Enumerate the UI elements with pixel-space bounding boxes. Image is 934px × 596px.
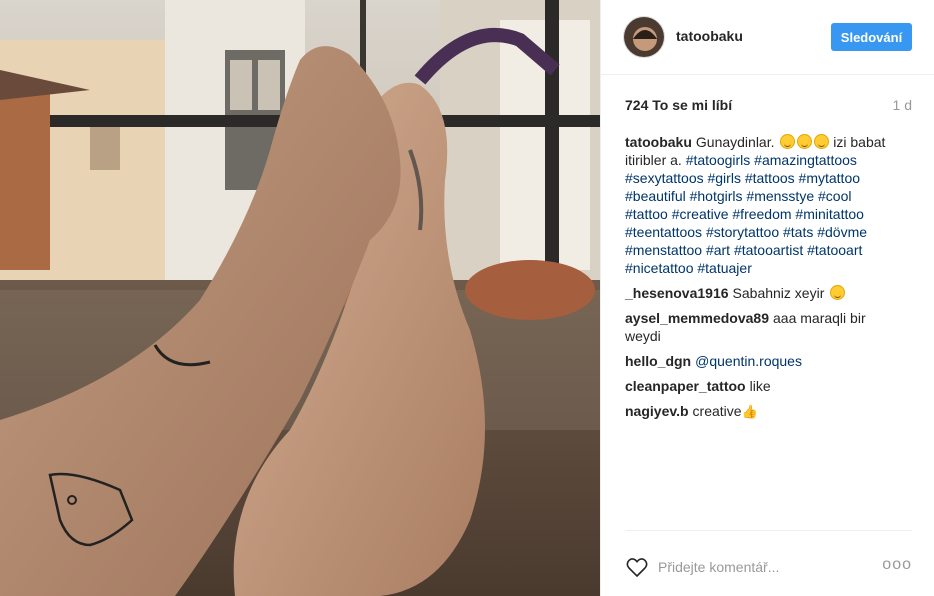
comment-username[interactable]: cleanpaper_tattoo: [625, 378, 746, 394]
post-time[interactable]: 1 d: [893, 97, 912, 113]
heart-icon[interactable]: [625, 555, 649, 579]
post-photo[interactable]: [0, 0, 600, 596]
likes-row: 724 To se mi líbí 1 d: [625, 97, 912, 117]
caption-username[interactable]: tatoobaku: [625, 134, 692, 150]
comment-username[interactable]: hello_dgn: [625, 353, 691, 369]
avatar[interactable]: [623, 16, 665, 58]
post-footer: ooo: [625, 530, 912, 596]
comment-item: hello_dgn @quentin.roques: [625, 352, 895, 370]
comment-username[interactable]: aysel_memmedova89: [625, 310, 769, 326]
post-username[interactable]: tatoobaku: [676, 28, 743, 44]
comments-list: tatoobaku Gunaydinlar. izi babat itirible…: [625, 133, 895, 428]
smile-emoji-icon: [797, 134, 813, 149]
avatar-image: [624, 17, 664, 57]
caption-text-before: Gunaydinlar.: [695, 134, 775, 150]
comment-item: cleanpaper_tattoo like: [625, 377, 895, 395]
more-options-icon[interactable]: ooo: [882, 557, 912, 573]
post-details-panel: tatoobaku Sledování 724 To se mi líbí 1 …: [600, 0, 934, 596]
comment-item: _hesenova1916 Sabahniz xeyir: [625, 284, 895, 302]
comment-item: nagiyev.b creative👍: [625, 402, 895, 421]
legs-tattoo-photo: [0, 0, 600, 596]
smile-emoji-icon: [830, 285, 846, 300]
comment-username[interactable]: nagiyev.b: [625, 403, 689, 419]
comment-text: like: [749, 378, 771, 394]
caption: tatoobaku Gunaydinlar. izi babat itirible…: [625, 133, 895, 277]
grin-emoji-icon: [780, 134, 796, 149]
comment-item: aysel_memmedova89 aaa maraqli bir weydi: [625, 309, 895, 345]
follow-button[interactable]: Sledování: [831, 23, 912, 51]
add-comment-input[interactable]: [658, 555, 878, 579]
comment-username[interactable]: _hesenova1916: [625, 285, 729, 301]
thumbs-up-emoji-icon: 👍: [741, 404, 758, 419]
comment-mention[interactable]: @quentin.roques: [695, 353, 802, 369]
caption-hashtags[interactable]: #tatoogirls #amazingtattoos #sexytattoos…: [625, 152, 867, 276]
comment-text: creative: [692, 403, 742, 419]
smile-emoji-icon: [814, 134, 830, 149]
post-header: tatoobaku Sledování: [601, 0, 934, 75]
comment-text: Sabahniz xeyir: [732, 285, 825, 301]
likes-count[interactable]: 724 To se mi líbí: [625, 97, 732, 113]
